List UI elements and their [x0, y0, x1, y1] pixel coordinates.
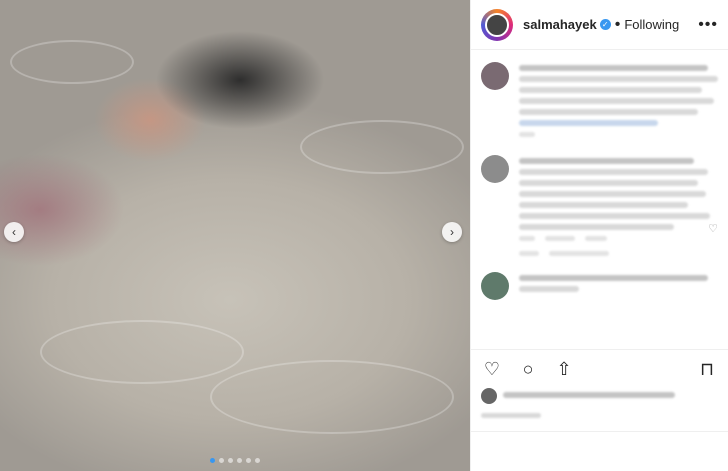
- likes-summary[interactable]: [471, 384, 728, 408]
- caption: [481, 62, 718, 137]
- pager-dot: [228, 458, 233, 463]
- separator-dot: •: [614, 15, 621, 33]
- post-photo[interactable]: ‹ ›: [0, 0, 470, 471]
- comment-text-blurred: [519, 155, 718, 256]
- pager-dot: [237, 458, 242, 463]
- avatar[interactable]: [481, 155, 509, 183]
- post-header: salmahayek ✓ • Following •••: [471, 0, 728, 50]
- avatar[interactable]: [481, 8, 513, 41]
- username-link[interactable]: salmahayek: [523, 17, 597, 32]
- avatar[interactable]: [481, 62, 509, 90]
- following-button[interactable]: Following: [624, 17, 679, 32]
- instagram-post: ‹ › salmahayek ✓ • Following ••• ♡ ♡ ○ ⇧…: [0, 0, 728, 471]
- avatar[interactable]: [481, 272, 509, 300]
- likes-text-blurred: [503, 389, 718, 403]
- liker-avatar: [481, 388, 497, 404]
- comments-list[interactable]: ♡ ♡: [471, 50, 728, 349]
- water-wave: [210, 360, 454, 434]
- bookmark-icon[interactable]: ⊓: [696, 358, 718, 380]
- more-options-icon[interactable]: •••: [698, 16, 718, 34]
- avatar-image: [485, 12, 509, 37]
- heart-icon[interactable]: ♡: [481, 358, 503, 380]
- comment-text-blurred: [519, 272, 718, 300]
- pager-dot: [246, 458, 251, 463]
- comment: ♡: [481, 272, 718, 300]
- add-comment-input[interactable]: [481, 446, 484, 458]
- share-icon[interactable]: ⇧: [553, 358, 575, 380]
- verified-badge-icon: ✓: [599, 19, 611, 30]
- comment-like-heart-icon[interactable]: ♡: [708, 222, 718, 235]
- chevron-right-icon: ›: [450, 225, 454, 239]
- next-photo-button[interactable]: ›: [442, 222, 462, 242]
- pager-dot: [210, 458, 215, 463]
- chevron-left-icon: ‹: [12, 225, 16, 239]
- water-wave: [10, 40, 134, 84]
- post-comment-button[interactable]: [715, 446, 718, 458]
- water-wave: [40, 320, 244, 384]
- carousel-pager: [210, 458, 260, 463]
- comment-icon[interactable]: ○: [517, 358, 539, 380]
- post-sidebar: salmahayek ✓ • Following ••• ♡ ♡ ○ ⇧ ⊓: [470, 0, 728, 471]
- previous-photo-button[interactable]: ‹: [4, 222, 24, 242]
- water-wave: [300, 120, 464, 174]
- post-timestamp-blurred: [471, 408, 728, 431]
- add-comment-bar[interactable]: [471, 431, 728, 471]
- pager-dot: [255, 458, 260, 463]
- comment: ♡: [481, 155, 718, 256]
- pager-dot: [219, 458, 224, 463]
- caption-text-blurred: [519, 62, 718, 137]
- post-actions: ♡ ○ ⇧ ⊓: [471, 349, 728, 384]
